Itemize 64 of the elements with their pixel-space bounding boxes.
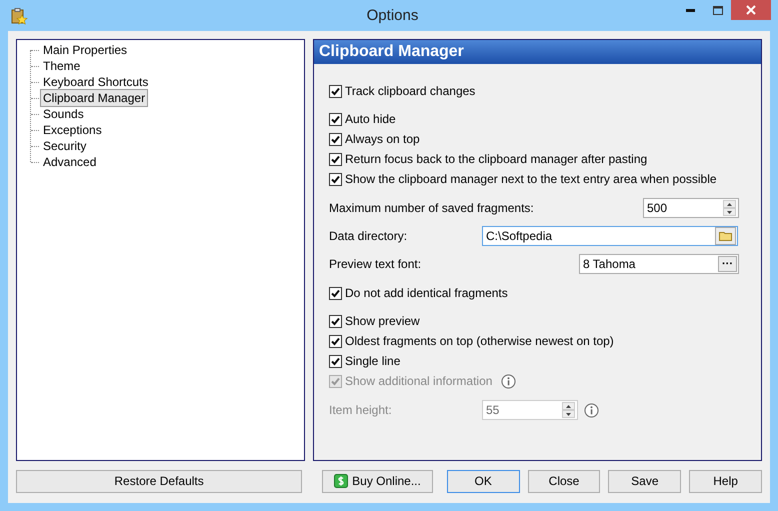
checkmark-icon [331, 288, 340, 298]
dialog-button[interactable]: Save [608, 470, 682, 492]
input-field[interactable]: 500 [643, 198, 739, 218]
tree-item[interactable]: Sounds [40, 105, 87, 123]
checkmark-icon [331, 134, 340, 144]
field-label: Preview text font: [329, 257, 422, 271]
maximize-icon [712, 6, 722, 14]
close-button[interactable] [731, 0, 771, 20]
dialog-button[interactable]: Help [689, 470, 762, 492]
checkmark-icon [331, 316, 340, 326]
tree-item[interactable]: Advanced [40, 153, 100, 171]
tree-item[interactable]: Exceptions [40, 121, 105, 139]
checkbox[interactable] [329, 172, 342, 186]
checkmark-icon [331, 376, 340, 386]
checkmark-icon [331, 114, 340, 124]
dialog-button[interactable]: Close [528, 470, 600, 492]
checkbox-label: Oldest fragments on top (otherwise newest on top) [345, 334, 614, 348]
checkbox[interactable] [329, 84, 342, 98]
field-label: Data directory: [329, 229, 408, 243]
tree-item[interactable]: Theme [40, 57, 84, 75]
browse-button[interactable] [715, 227, 736, 245]
checkbox[interactable] [329, 314, 342, 328]
checkbox[interactable] [329, 286, 342, 300]
checkbox-label: Show additional information [345, 374, 492, 388]
dialog-button[interactable]: Restore Defaults [16, 470, 302, 492]
checkbox-label: Track clipboard changes [345, 84, 476, 98]
checkmark-icon [331, 336, 340, 346]
checkbox[interactable] [329, 152, 342, 166]
checkmark-icon [331, 174, 340, 184]
info-icon [584, 402, 599, 418]
checkbox[interactable] [329, 334, 342, 348]
input-field[interactable]: C:\Softpedia [482, 226, 738, 246]
checkbox[interactable] [329, 132, 342, 146]
field-label: Maximum number of saved fragments: [329, 201, 535, 215]
checkbox-label: Single line [345, 354, 400, 368]
checkbox[interactable] [329, 112, 342, 126]
minimize-icon [686, 8, 695, 12]
field-label: Item height: [329, 403, 393, 417]
checkbox-label: Always on top [345, 132, 420, 146]
clipboard-star-icon [10, 7, 28, 25]
tree-item[interactable]: Security [40, 137, 90, 155]
tree-item[interactable]: Keyboard Shortcuts [40, 73, 152, 91]
checkbox-label: Show preview [345, 314, 420, 328]
window-title: Options [366, 7, 418, 24]
close-icon [746, 5, 756, 15]
spin-buttons[interactable] [723, 200, 736, 216]
checkmark-icon [331, 86, 340, 96]
tree-item[interactable]: Clipboard Manager [40, 89, 148, 107]
checkbox[interactable] [329, 354, 342, 368]
buy-online-button[interactable]: Buy Online... [322, 470, 433, 492]
checkmark-icon [331, 154, 340, 164]
checkbox-label: Do not add identical fragments [345, 286, 508, 300]
checkbox-label: Show the clipboard manager next to the text entry area when possible [345, 172, 717, 186]
checkbox-label: Auto hide [345, 112, 396, 126]
checkmark-icon [331, 356, 340, 366]
info-icon [501, 374, 516, 388]
folder-icon [718, 231, 732, 241]
input-field[interactable]: 8 Tahoma ··· [579, 254, 739, 274]
checkbox-label: Return focus back to the clipboard manager after pasting [345, 152, 648, 166]
dollar-icon [334, 474, 348, 488]
panel-header: Clipboard Manager [314, 40, 761, 64]
dialog-button[interactable]: OK [446, 470, 520, 492]
tree-item[interactable]: Main Properties [40, 41, 130, 59]
ellipsis-button[interactable]: ··· [718, 256, 737, 272]
